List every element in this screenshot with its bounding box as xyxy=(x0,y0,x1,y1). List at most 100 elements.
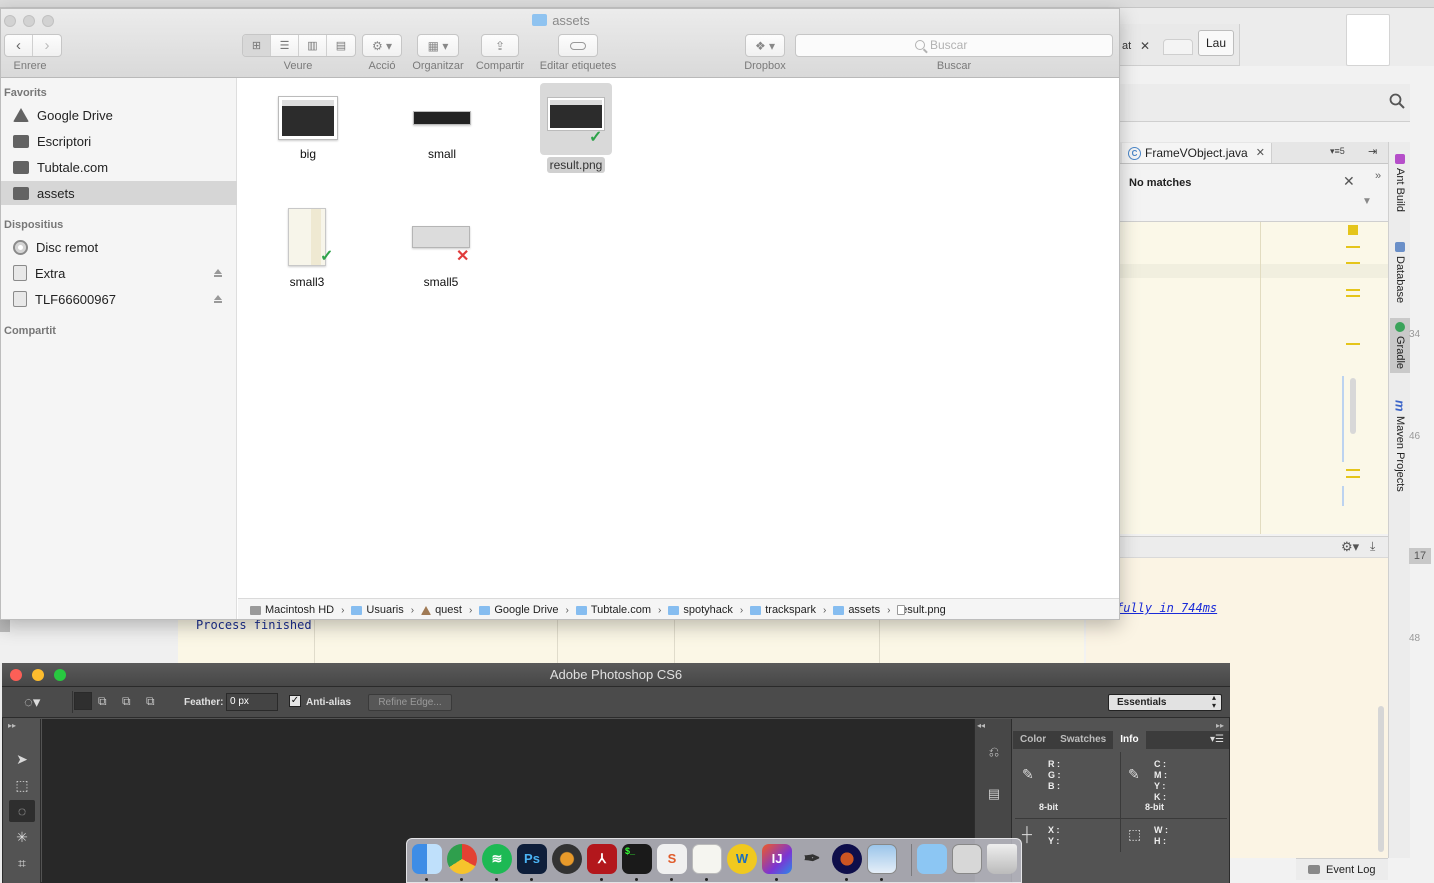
side-tab-ant-build[interactable]: Ant Build xyxy=(1390,150,1410,216)
sidebar-item-escriptori[interactable]: Escriptori xyxy=(1,129,237,153)
lasso-tool-icon[interactable]: ◌ xyxy=(9,800,35,822)
panel-menu-icon[interactable]: ▾☰ xyxy=(1210,734,1224,745)
pin-icon[interactable]: ⇥ xyxy=(1368,145,1377,158)
sidebar-item-google-drive[interactable]: Google Drive xyxy=(1,103,237,127)
path-item[interactable]: Macintosh HD xyxy=(250,604,334,616)
warning-stripe[interactable] xyxy=(1346,476,1360,478)
desktop-document-icon[interactable] xyxy=(1346,14,1390,66)
dropbox-button[interactable]: ❖ ▾ xyxy=(745,34,785,57)
magic-wand-icon[interactable]: ✳ xyxy=(9,826,35,848)
action-button[interactable]: ⚙ ▾ xyxy=(362,34,402,57)
path-item[interactable]: trackspark xyxy=(750,604,816,616)
back-button[interactable]: ‹ xyxy=(5,35,33,56)
add-selection-icon[interactable]: ⧉ xyxy=(98,694,107,709)
acrobat-icon[interactable]: ⅄ xyxy=(587,844,617,874)
workspace-select[interactable]: Essentials xyxy=(1108,694,1222,711)
move-tool-icon[interactable]: ➤ xyxy=(9,748,35,770)
path-item[interactable]: Tubtale.com xyxy=(575,604,651,616)
browser-user-button[interactable]: Lau xyxy=(1198,30,1234,56)
tab-list-menu[interactable]: ▾≡5 xyxy=(1330,146,1345,157)
sidebar-item-disc-remot[interactable]: Disc remot xyxy=(1,235,237,259)
lasso-icon[interactable]: ◌▾ xyxy=(24,693,40,711)
sublime-icon[interactable]: S xyxy=(657,844,687,874)
sidebar-item-tubtale[interactable]: Tubtale.com xyxy=(1,155,237,179)
preview-icon[interactable] xyxy=(867,844,897,874)
feather-input[interactable]: 0 px xyxy=(226,693,278,711)
antialias-checkbox[interactable]: ✓ xyxy=(289,695,301,707)
tab-color[interactable]: Color xyxy=(1013,731,1053,749)
console-scrollbar[interactable] xyxy=(1378,706,1384,852)
list-view-button[interactable]: ☰ xyxy=(271,35,299,56)
logic-icon[interactable] xyxy=(552,844,582,874)
eject-icon[interactable] xyxy=(214,269,222,277)
eject-icon[interactable] xyxy=(214,295,222,303)
spotify-icon[interactable]: ≋ xyxy=(482,844,512,874)
terminal-icon[interactable]: $_ xyxy=(622,844,652,874)
marquee-tool-icon[interactable]: ⬚ xyxy=(9,774,35,796)
sidebar-item-assets[interactable]: assets xyxy=(1,181,237,205)
warning-stripe[interactable] xyxy=(1346,469,1360,471)
tab-swatches[interactable]: Swatches xyxy=(1053,731,1113,749)
expand-icon[interactable]: ▸▸ xyxy=(8,721,16,730)
refine-edge-button[interactable]: Refine Edge... xyxy=(368,694,452,711)
warning-stripe[interactable] xyxy=(1346,343,1360,345)
gear-icon[interactable]: ⚙▾ xyxy=(1341,539,1359,555)
expand-panel-icon[interactable]: ▸▸ xyxy=(1216,721,1224,730)
tab-info[interactable]: Info xyxy=(1113,731,1146,749)
audition-icon[interactable] xyxy=(832,844,862,874)
close-icon[interactable]: ✕ xyxy=(1256,143,1265,163)
inkscape-icon[interactable]: ✒ xyxy=(797,844,827,874)
cover-flow-button[interactable]: ▤ xyxy=(327,35,355,56)
side-tab-maven[interactable]: m Maven Projects xyxy=(1390,396,1410,495)
path-item[interactable]: Google Drive xyxy=(479,604,559,616)
edit-tags-button[interactable] xyxy=(558,34,598,57)
minimize-window-button[interactable] xyxy=(32,669,44,681)
new-selection-icon[interactable] xyxy=(74,692,92,710)
file-item-small5[interactable]: ✕ small5 xyxy=(396,208,486,290)
path-item[interactable]: spotyhack xyxy=(668,604,733,616)
wunderlist-icon[interactable]: W xyxy=(727,844,757,874)
sidebar-item-tlf[interactable]: TLF66600967 xyxy=(1,287,237,311)
path-item[interactable]: quest xyxy=(421,604,462,616)
history-icon[interactable]: ⎌ xyxy=(984,744,1004,764)
tab-framevobject[interactable]: C FrameVObject.java ✕ xyxy=(1122,143,1272,163)
crop-tool-icon[interactable]: ⌗ xyxy=(9,852,35,874)
warning-marker[interactable] xyxy=(1348,225,1358,235)
finder-icon[interactable] xyxy=(412,844,442,874)
photoshop-icon[interactable]: Ps xyxy=(517,844,547,874)
trash-icon[interactable] xyxy=(987,844,1017,874)
arrange-button[interactable]: ▦ ▾ xyxy=(417,34,459,57)
forward-button[interactable]: › xyxy=(33,35,61,56)
close-find-icon[interactable]: ✕ xyxy=(1343,173,1355,190)
filter-arrow-icon[interactable]: ▼ xyxy=(1362,196,1372,207)
editor-scrollbar[interactable] xyxy=(1350,378,1356,434)
path-item[interactable]: assets xyxy=(833,604,880,616)
side-tab-database[interactable]: Database xyxy=(1390,238,1410,307)
intellij-icon[interactable]: IJ xyxy=(762,844,792,874)
path-item[interactable]: result.png xyxy=(897,604,946,616)
side-tab-gradle[interactable]: Gradle xyxy=(1390,318,1410,374)
share-button[interactable]: ⇪ xyxy=(481,34,519,57)
search-icon[interactable] xyxy=(1389,93,1405,109)
hide-panel-icon[interactable]: ⤓ xyxy=(1370,539,1375,554)
file-item-result[interactable]: ✓ result.png xyxy=(531,83,621,173)
zoom-window-button[interactable] xyxy=(54,669,66,681)
intersect-selection-icon[interactable]: ⧉ xyxy=(146,694,155,709)
folder-icon[interactable] xyxy=(917,844,947,874)
warning-stripe[interactable] xyxy=(1346,262,1360,264)
properties-icon[interactable]: ▤ xyxy=(984,786,1004,806)
new-tab-button[interactable] xyxy=(1163,39,1193,55)
sidebar-item-extra[interactable]: Extra xyxy=(1,261,237,285)
file-item-small3[interactable]: ✓ small3 xyxy=(262,208,352,290)
browser-tab-label[interactable]: at xyxy=(1122,40,1131,52)
subtract-selection-icon[interactable]: ⧉ xyxy=(122,694,131,709)
column-view-button[interactable]: ▥ xyxy=(299,35,327,56)
warning-stripe[interactable] xyxy=(1346,246,1360,248)
file-grid[interactable]: big small ✓ result.png ✓ small3 ✕ small5 xyxy=(238,78,1119,598)
notes-icon[interactable] xyxy=(692,844,722,874)
close-window-button[interactable] xyxy=(10,669,22,681)
browser-tab-close-icon[interactable]: ✕ xyxy=(1140,39,1150,53)
path-item[interactable]: Usuaris xyxy=(351,604,404,616)
warning-stripe[interactable] xyxy=(1346,289,1360,291)
warning-stripe[interactable] xyxy=(1346,295,1360,297)
